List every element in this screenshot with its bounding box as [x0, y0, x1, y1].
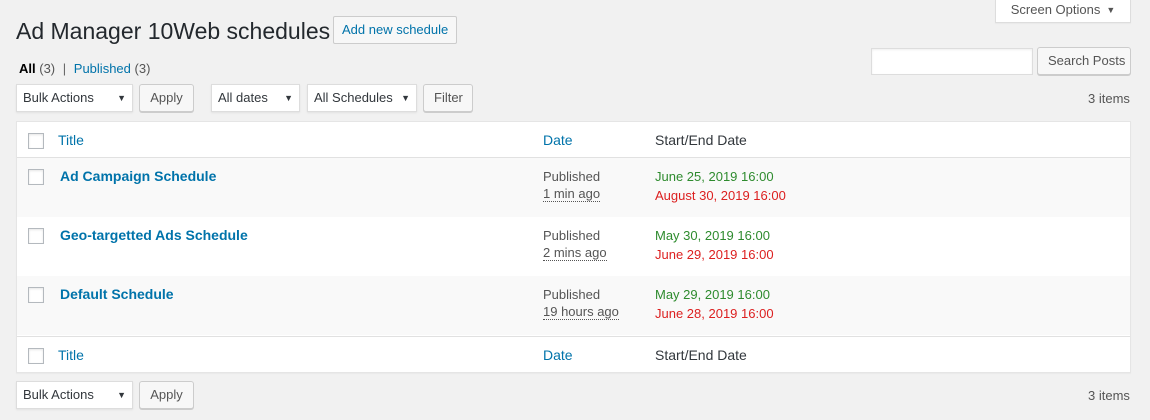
row-checkbox[interactable] [28, 287, 44, 303]
apply-button-bottom[interactable]: Apply [139, 381, 194, 409]
search-posts-button[interactable]: Search Posts [1037, 47, 1131, 75]
caret-down-icon: ▼ [117, 390, 126, 400]
row-end-date: June 28, 2019 16:00 [655, 306, 774, 321]
table-footer-row: Title Date Start/End Date [17, 336, 1130, 373]
caret-down-icon: ▼ [1106, 5, 1116, 15]
add-new-schedule-button[interactable]: Add new schedule [333, 16, 458, 44]
row-start-end: June 25, 2019 16:00 August 30, 2019 16:0… [655, 167, 786, 205]
row-end-date: August 30, 2019 16:00 [655, 188, 786, 203]
row-date-ago: 1 min ago [543, 186, 601, 202]
screen-options-toggle[interactable]: Screen Options ▼ [995, 0, 1131, 23]
bulk-actions-value: Bulk Actions [23, 90, 94, 105]
bulk-actions-select-bottom[interactable]: Bulk Actions ▼ [16, 381, 133, 409]
table-row: Geo-targetted Ads Schedule Published 2 m… [17, 217, 1130, 276]
row-title-link[interactable]: Default Schedule [60, 286, 174, 302]
select-all-checkbox-footer[interactable] [28, 348, 44, 364]
view-published-link[interactable]: Published [74, 61, 131, 76]
caret-down-icon: ▼ [284, 93, 293, 103]
page-title: Ad Manager 10Web schedules [16, 18, 331, 44]
caret-down-icon: ▼ [401, 93, 410, 103]
row-start-end: May 29, 2019 16:00 June 28, 2019 16:00 [655, 285, 774, 323]
table-row: Ad Campaign Schedule Published 1 min ago… [17, 158, 1130, 217]
row-start-date: May 29, 2019 16:00 [655, 287, 770, 302]
items-count-top: 3 items [1088, 91, 1130, 106]
row-status: Published [543, 228, 601, 243]
row-checkbox[interactable] [28, 228, 44, 244]
row-date-ago: 2 mins ago [543, 245, 607, 261]
schedules-filter-select[interactable]: All Schedules ▼ [307, 84, 417, 112]
column-start-end-header: Start/End Date [655, 132, 747, 148]
view-all-link[interactable]: All [19, 61, 36, 76]
column-title-footer[interactable]: Title [58, 347, 84, 363]
apply-button-top[interactable]: Apply [139, 84, 194, 112]
schedules-filter-value: All Schedules [314, 90, 393, 105]
select-all-checkbox[interactable] [28, 133, 44, 149]
row-status: Published [543, 287, 601, 302]
view-filters: All (3) | Published (3) [19, 61, 150, 76]
row-status: Published [543, 169, 601, 184]
row-date: Published 19 hours ago [543, 285, 619, 320]
schedules-table: Title Date Start/End Date Ad Campaign Sc… [16, 121, 1131, 373]
bulk-actions-value: Bulk Actions [23, 387, 94, 402]
bulk-actions-select-top[interactable]: Bulk Actions ▼ [16, 84, 133, 112]
row-date: Published 1 min ago [543, 167, 601, 202]
column-date-header[interactable]: Date [543, 132, 573, 148]
items-count-bottom: 3 items [1088, 388, 1130, 403]
view-all-count: (3) [39, 61, 56, 76]
row-start-date: May 30, 2019 16:00 [655, 228, 770, 243]
row-title-link[interactable]: Geo-targetted Ads Schedule [60, 227, 248, 243]
dates-filter-value: All dates [218, 90, 268, 105]
column-date-footer[interactable]: Date [543, 347, 573, 363]
table-row: Default Schedule Published 19 hours ago … [17, 276, 1130, 335]
row-end-date: June 29, 2019 16:00 [655, 247, 774, 262]
view-published-count: (3) [134, 61, 151, 76]
table-header-row: Title Date Start/End Date [17, 122, 1130, 158]
caret-down-icon: ▼ [117, 93, 126, 103]
search-input[interactable] [871, 48, 1033, 75]
column-start-end-footer: Start/End Date [655, 347, 747, 363]
filter-button[interactable]: Filter [423, 84, 473, 112]
row-date: Published 2 mins ago [543, 226, 607, 261]
screen-options-label: Screen Options [1010, 2, 1101, 17]
row-start-end: May 30, 2019 16:00 June 29, 2019 16:00 [655, 226, 774, 264]
column-title-header[interactable]: Title [58, 132, 84, 148]
row-start-date: June 25, 2019 16:00 [655, 169, 774, 184]
dates-filter-select[interactable]: All dates ▼ [211, 84, 300, 112]
view-separator: | [62, 61, 67, 76]
row-checkbox[interactable] [28, 169, 44, 185]
row-title-link[interactable]: Ad Campaign Schedule [60, 168, 216, 184]
row-date-ago: 19 hours ago [543, 304, 619, 320]
